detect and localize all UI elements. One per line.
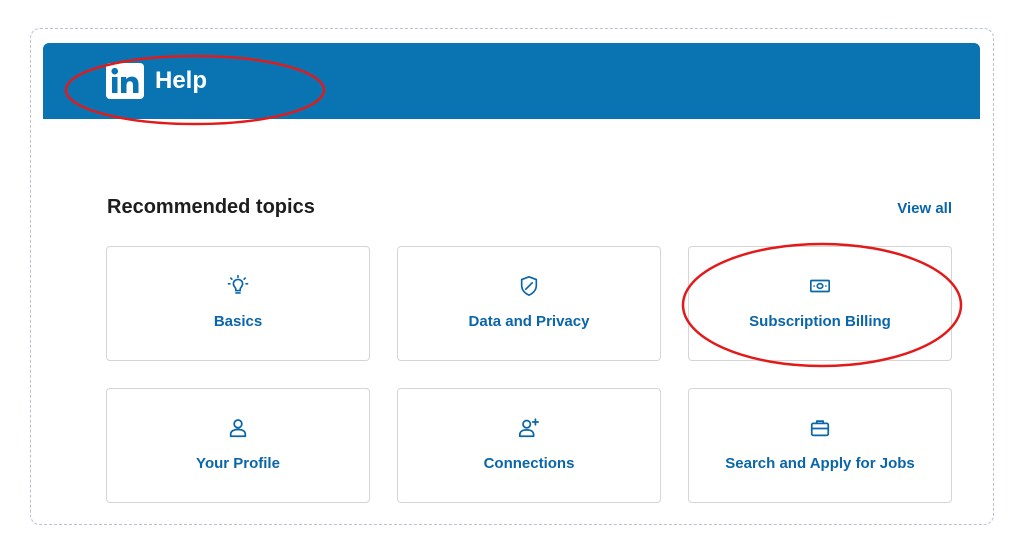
topic-card-jobs[interactable]: Search and Apply for Jobs <box>688 388 952 503</box>
page-title: Help <box>155 67 208 94</box>
topic-label: Search and Apply for Jobs <box>725 455 915 472</box>
section-title: Recommended topics <box>107 196 315 218</box>
lightbulb-icon <box>227 275 249 294</box>
shield-icon <box>520 276 538 296</box>
topic-card-subscription-billing[interactable]: Subscription Billing <box>688 246 952 361</box>
person-add-icon <box>518 418 540 438</box>
topic-card-data-privacy[interactable]: Data and Privacy <box>397 246 661 361</box>
topic-label: Subscription Billing <box>749 313 891 330</box>
topic-card-basics[interactable]: Basics <box>106 246 370 361</box>
topic-label: Data and Privacy <box>468 313 590 330</box>
topic-label: Your Profile <box>196 455 280 472</box>
money-bill-icon <box>810 279 830 293</box>
topic-label: Connections <box>483 455 575 472</box>
help-header: Help <box>43 43 980 119</box>
topic-card-your-profile[interactable]: Your Profile <box>106 388 370 503</box>
linkedin-logo[interactable] <box>106 63 144 99</box>
topic-card-connections[interactable]: Connections <box>397 388 661 503</box>
person-icon <box>229 419 247 438</box>
topic-label: Basics <box>213 313 263 330</box>
view-all-link[interactable]: View all <box>897 200 952 217</box>
briefcase-icon <box>810 420 830 437</box>
